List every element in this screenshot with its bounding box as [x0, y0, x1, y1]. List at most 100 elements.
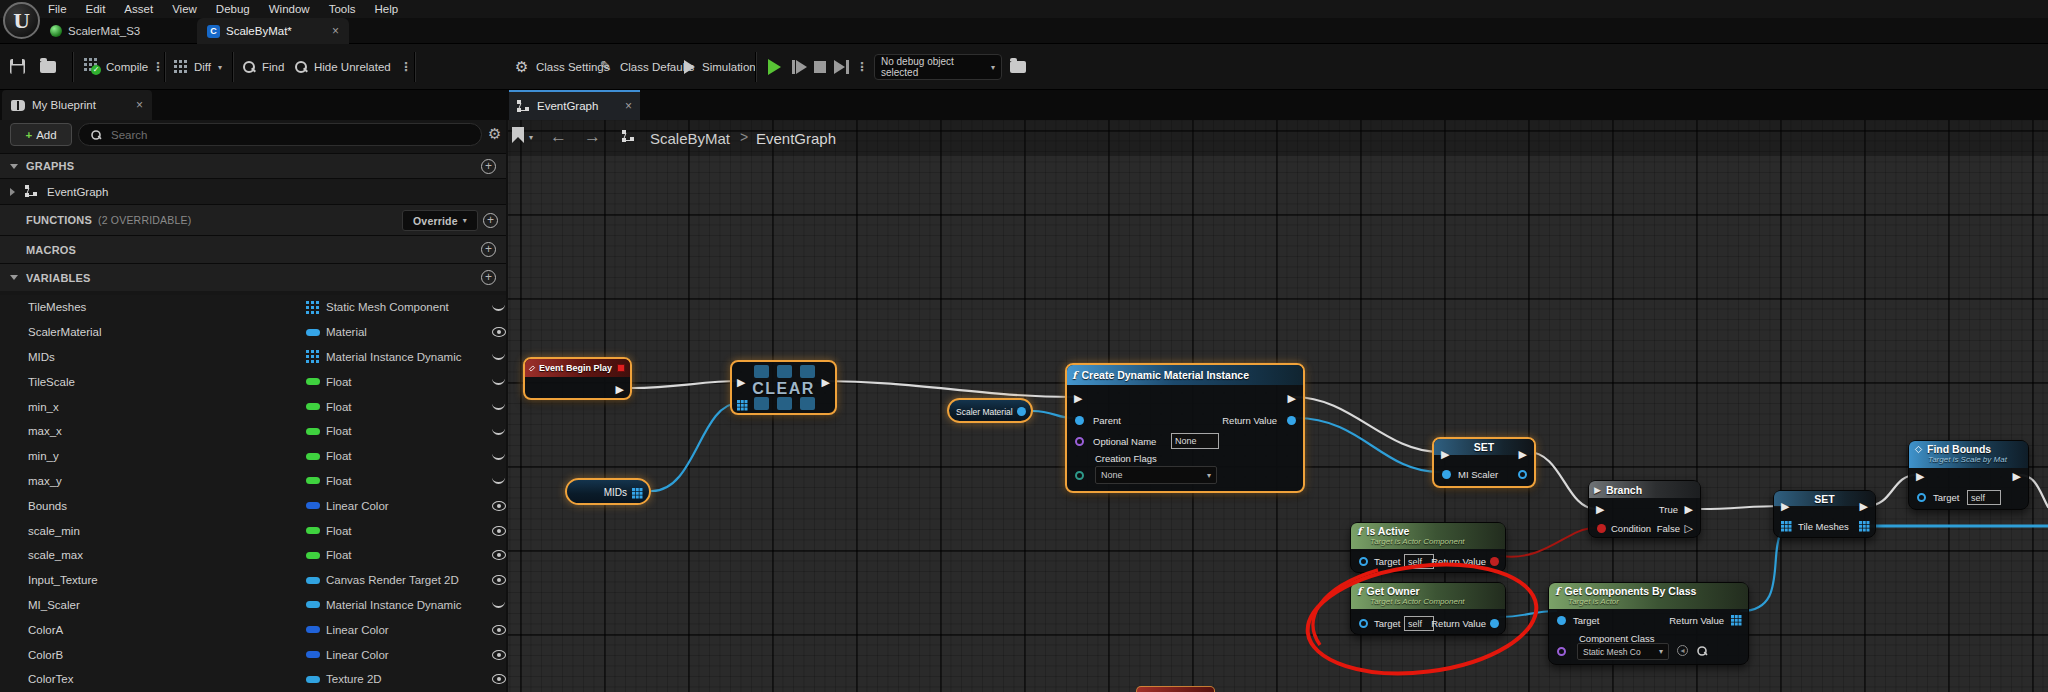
breadcrumb-root[interactable]: ScaleByMat	[650, 130, 730, 147]
class-defaults-icon[interactable]: ✎	[600, 58, 612, 74]
node-event-begin-play[interactable]: Event Begin Play ▶	[523, 357, 632, 400]
exec-out-pin[interactable]: ▶	[2013, 471, 2021, 482]
exec-in-pin[interactable]: ▶	[1781, 501, 1789, 512]
node-is-active[interactable]: fIs Active Target is Actor Component Tar…	[1350, 522, 1506, 573]
node-branch[interactable]: ▶ Branch ▶ Condition True ▶ False ▷	[1588, 480, 1701, 538]
variable-row[interactable]: TileMeshesStatic Mesh Component	[0, 295, 506, 320]
exec-out-pin[interactable]: ▶	[616, 384, 624, 395]
component-class-pin[interactable]	[1557, 647, 1566, 656]
hide-unrelated-button[interactable]: Hide Unrelated	[314, 61, 391, 73]
variable-row[interactable]: min_xFloat	[0, 394, 506, 419]
menu-window[interactable]: Window	[269, 3, 310, 15]
add-variable-icon[interactable]: +	[481, 270, 496, 285]
diff-caret-icon[interactable]: ▾	[218, 63, 222, 72]
node-event-partial[interactable]	[1136, 686, 1215, 692]
false-exec-pin[interactable]: ▷	[1685, 523, 1693, 534]
true-exec-pin[interactable]: ▶	[1685, 504, 1693, 515]
creation-flags-pin[interactable]	[1075, 471, 1084, 480]
menu-edit[interactable]: Edit	[86, 3, 106, 15]
variable-row[interactable]: Input_TextureCanvas Render Target 2D	[0, 568, 506, 593]
variable-row[interactable]: ColorTexTexture 2D	[0, 667, 506, 692]
my-blueprint-tab[interactable]: My Blueprint ×	[2, 90, 152, 120]
eye-open-icon[interactable]	[492, 575, 506, 585]
menu-debug[interactable]: Debug	[216, 3, 250, 15]
node-set-mi-scaler[interactable]: SET ▶ ▶ MI Scaler	[1432, 437, 1536, 488]
eye-open-icon[interactable]	[492, 550, 506, 560]
save-button[interactable]	[10, 59, 25, 74]
find-button[interactable]: Find	[262, 61, 284, 73]
find-icon[interactable]	[242, 60, 256, 74]
panel-settings-gear-icon[interactable]: ⚙	[488, 125, 501, 143]
node-get-owner[interactable]: fGet Owner Target is Actor Component Tar…	[1350, 582, 1506, 635]
simulation-icon[interactable]	[684, 60, 695, 74]
output-pin[interactable]	[1017, 407, 1026, 416]
graphs-section-header[interactable]: GRAPHS +	[0, 153, 506, 178]
parent-pin[interactable]	[1075, 416, 1084, 425]
variable-row[interactable]: ColorBLinear Color	[0, 642, 506, 667]
search-input[interactable]: Search	[78, 123, 482, 146]
output-value-pin[interactable]	[1859, 521, 1869, 531]
creation-flags-dropdown[interactable]: None▾	[1095, 466, 1217, 484]
bookmark-caret-icon[interactable]: ▾	[529, 133, 533, 142]
class-settings-icon[interactable]: ⚙	[515, 58, 528, 76]
class-settings-button[interactable]: Class Settings	[536, 61, 610, 73]
add-graph-icon[interactable]: +	[481, 159, 496, 174]
play-button[interactable]	[768, 59, 781, 75]
eye-open-icon[interactable]	[492, 625, 506, 635]
condition-pin[interactable]	[1597, 524, 1606, 533]
target-field[interactable]: self	[1967, 490, 2001, 505]
breadcrumb-leaf[interactable]: EventGraph	[756, 130, 836, 147]
debug-browse-icon[interactable]	[1010, 61, 1026, 73]
optional-name-pin[interactable]	[1075, 437, 1084, 446]
functions-section-header[interactable]: FUNCTIONS (2 OVERRIDABLE) Override▾ +	[0, 204, 506, 235]
hide-unrelated-icon[interactable]	[294, 60, 308, 74]
hide-unrelated-options-icon[interactable]: ⋮	[400, 60, 412, 74]
target-pin[interactable]	[1359, 619, 1368, 628]
menu-file[interactable]: File	[48, 3, 67, 15]
close-graph-tab-icon[interactable]: ×	[625, 99, 632, 113]
node-find-bounds[interactable]: Find Bounds Target is Scale by Mat ▶ ▶ T…	[1908, 440, 2029, 510]
eye-closed-icon[interactable]	[492, 428, 505, 435]
exec-in-pin[interactable]: ▶	[1074, 393, 1082, 404]
exec-out-pin[interactable]: ▶	[1860, 501, 1868, 512]
browse-icon[interactable]	[1696, 645, 1707, 656]
tab-scalebymat[interactable]: C ScaleByMat* ×	[197, 18, 349, 44]
close-tab-icon[interactable]: ×	[332, 24, 339, 38]
variable-row[interactable]: max_yFloat	[0, 469, 506, 494]
node-mids-getter[interactable]: MIDs	[565, 478, 651, 505]
frame-skip-button[interactable]	[792, 60, 807, 74]
debug-object-dropdown[interactable]: No debug object selected▾	[874, 54, 1002, 80]
variable-row[interactable]: MI_ScalerMaterial Instance Dynamic	[0, 593, 506, 618]
close-panel-icon[interactable]: ×	[136, 98, 143, 112]
exec-out-pin[interactable]: ▶	[822, 377, 830, 388]
eventgraph-row[interactable]: EventGraph	[0, 178, 506, 204]
eye-closed-icon[interactable]	[492, 378, 505, 385]
delegate-pin[interactable]	[617, 364, 625, 372]
component-class-dropdown[interactable]: Static Mesh Co▾	[1577, 643, 1669, 660]
variable-row[interactable]: min_yFloat	[0, 444, 506, 469]
target-field[interactable]: self	[1404, 616, 1434, 631]
unreal-logo-icon[interactable]: U	[3, 2, 40, 39]
simulation-button[interactable]: Simulation	[702, 61, 756, 73]
target-array-pin[interactable]	[737, 400, 747, 410]
target-field[interactable]: self	[1404, 554, 1434, 569]
nav-forward-icon[interactable]: →	[584, 127, 601, 147]
eye-closed-icon[interactable]	[492, 353, 505, 360]
menu-help[interactable]: Help	[375, 3, 399, 15]
eye-open-icon[interactable]	[492, 501, 506, 511]
eject-button[interactable]	[834, 60, 849, 74]
target-pin[interactable]	[1557, 616, 1566, 625]
eye-open-icon[interactable]	[492, 327, 506, 337]
node-scaler-material-getter[interactable]: Scaler Material	[947, 398, 1033, 423]
node-create-dynamic-material-instance[interactable]: f Create Dynamic Material Instance ▶ ▶ P…	[1065, 363, 1305, 493]
compile-icon[interactable]: ✓	[84, 58, 97, 71]
eye-closed-icon[interactable]	[492, 304, 505, 311]
optional-name-field[interactable]: None	[1171, 433, 1219, 449]
eye-closed-icon[interactable]	[492, 453, 505, 460]
eye-closed-icon[interactable]	[492, 477, 505, 484]
compile-options-icon[interactable]: ⋮	[152, 60, 164, 74]
node-get-components-by-class[interactable]: fGet Components By Class Target is Actor…	[1548, 582, 1749, 665]
return-value-pin[interactable]	[1490, 557, 1499, 566]
compile-button[interactable]: Compile	[106, 61, 148, 73]
variable-row[interactable]: TileScaleFloat	[0, 369, 506, 394]
